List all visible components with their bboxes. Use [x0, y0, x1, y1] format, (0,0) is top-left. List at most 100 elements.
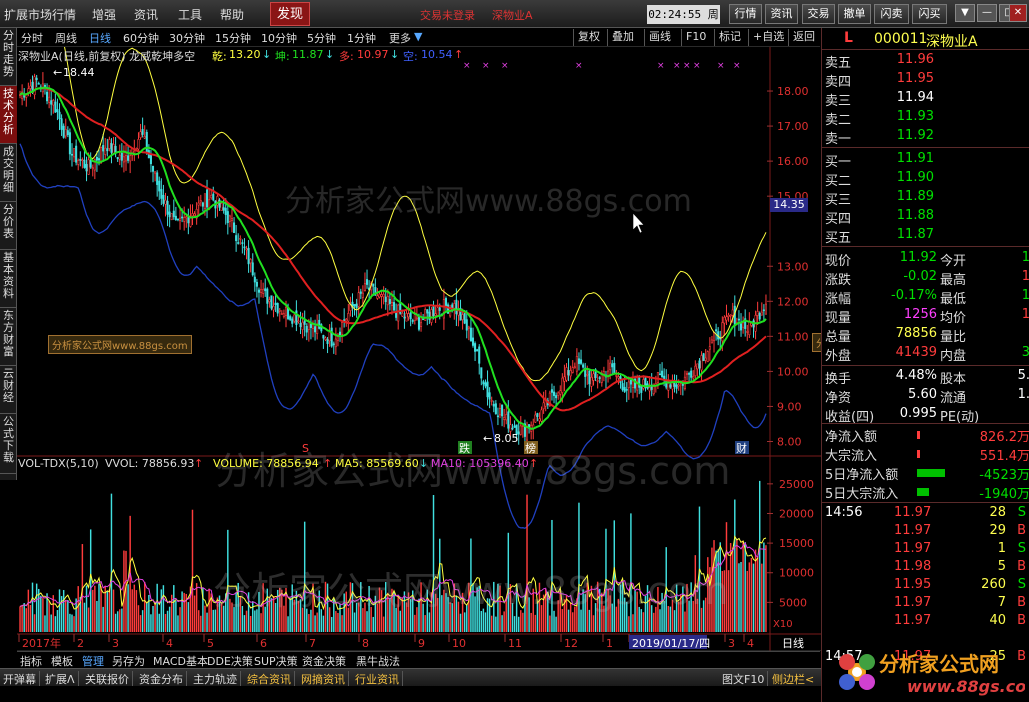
trade-button[interactable]: 交易	[802, 4, 835, 24]
menu-enhance[interactable]: 增强	[92, 6, 116, 23]
flash-buy-button[interactable]: 闪买	[912, 4, 947, 24]
period-10min[interactable]: 10分钟	[261, 30, 297, 46]
order-book-row[interactable]: 卖四 11.95	[822, 71, 1029, 90]
menu-news[interactable]: 资讯	[134, 6, 158, 23]
menu-tools[interactable]: 工具	[178, 6, 202, 23]
status-sidebar[interactable]: 侧边栏<	[772, 671, 817, 687]
order-book-row[interactable]: 卖二 11.93	[822, 109, 1029, 128]
period-60min[interactable]: 60分钟	[123, 30, 159, 46]
discover-button[interactable]: 发现	[270, 2, 310, 26]
adjust-button[interactable]: 复权	[573, 29, 600, 46]
candle-body	[561, 377, 564, 393]
candle-body	[338, 331, 342, 336]
back-button[interactable]: 返回	[788, 29, 815, 46]
period-30min[interactable]: 30分钟	[169, 30, 205, 46]
vol-indicator-name: VOL-TDX(5,10)	[18, 457, 99, 470]
volume-bar	[667, 605, 670, 632]
cancel-order-button[interactable]: 撤单	[838, 4, 871, 24]
mouse-cursor-icon	[632, 212, 645, 234]
tab-trade-details[interactable]: 成交明细	[0, 144, 17, 202]
order-book-row[interactable]: 买二 11.90	[822, 170, 1029, 189]
volume-bar	[191, 509, 194, 632]
dropdown-icon[interactable]: ▼	[955, 4, 975, 22]
period-15min[interactable]: 15分钟	[215, 30, 251, 46]
candle-body	[696, 363, 699, 370]
tab-time-sharing[interactable]: 分时走势	[0, 28, 17, 86]
candle-body	[268, 299, 271, 303]
tab-formula-download[interactable]: 公式下载	[0, 414, 17, 474]
volume-bar	[493, 581, 495, 632]
candle-body	[253, 276, 256, 283]
tab-sup-decision[interactable]: SUP决策	[254, 653, 298, 669]
tab-cloud-finance[interactable]: 云财经	[0, 366, 17, 414]
tick-row: 11.97 29 B	[822, 523, 1029, 541]
quote-button[interactable]: 行情	[729, 4, 762, 24]
volume-bar	[517, 616, 520, 632]
period-1min[interactable]: 1分钟	[347, 30, 376, 46]
order-book-row[interactable]: 买三 11.89	[822, 189, 1029, 208]
draw-button[interactable]: 画线	[644, 29, 671, 46]
volume-bar	[586, 582, 588, 632]
candle-body	[617, 376, 620, 379]
volume-bar	[721, 571, 724, 632]
order-book-row[interactable]: 买一 11.91	[822, 151, 1029, 170]
status-digest-news[interactable]: 网摘资讯	[301, 671, 349, 687]
tab-template[interactable]: 模板	[51, 653, 73, 669]
login-status[interactable]: 交易未登录	[420, 7, 475, 23]
tab-dde-decision[interactable]: DDE决策	[207, 653, 253, 669]
tab-technical-analysis[interactable]: 技术分析	[0, 86, 17, 144]
period-intraday[interactable]: 分时	[21, 30, 43, 46]
status-related-quote[interactable]: 关联报价	[85, 671, 133, 687]
tab-macd-basic[interactable]: MACD基本	[153, 653, 208, 669]
f10-button[interactable]: F10	[681, 29, 706, 46]
period-5min[interactable]: 5分钟	[307, 30, 336, 46]
tab-fundamentals[interactable]: 基本资料	[0, 250, 17, 308]
status-barrage[interactable]: 开弹幕	[3, 671, 40, 687]
period-daily[interactable]: 日线	[89, 30, 111, 46]
volume-bar	[98, 583, 100, 632]
volume-bar	[158, 613, 160, 632]
minimize-icon[interactable]: —	[977, 4, 997, 22]
candle-body	[571, 367, 574, 373]
candle-body	[299, 322, 302, 328]
mark-button[interactable]: 标记	[714, 29, 741, 46]
more-dropdown-icon[interactable]: ▼	[414, 30, 422, 43]
candle-body	[226, 211, 229, 223]
status-general-news[interactable]: 综合资讯	[247, 671, 295, 687]
order-book-row[interactable]: 买四 11.88	[822, 208, 1029, 227]
tab-save-as[interactable]: 另存为	[112, 653, 145, 669]
status-industry-news[interactable]: 行业资讯	[355, 671, 403, 687]
tab-fund-decision[interactable]: 资金决策	[302, 653, 346, 669]
close-icon[interactable]: ✕	[1009, 4, 1027, 22]
candle-body	[432, 305, 435, 317]
tab-eastmoney[interactable]: 东方财富	[0, 308, 17, 366]
volume-bar	[258, 591, 260, 632]
status-f10[interactable]: 图文F10	[722, 671, 769, 687]
tab-indicator[interactable]: 指标	[20, 653, 42, 669]
date-axis-label: 4	[747, 637, 754, 650]
status-fund-distribution[interactable]: 资金分布	[139, 671, 187, 687]
volume-bar	[761, 563, 763, 632]
tab-manage[interactable]: 管理	[82, 653, 104, 669]
order-book-row[interactable]: 卖三 11.94	[822, 90, 1029, 109]
add-watchlist-button[interactable]: +自选	[748, 29, 784, 46]
order-book-row[interactable]: 买五 11.87	[822, 227, 1029, 246]
overlay-button[interactable]: 叠加	[607, 29, 634, 46]
status-main-force-track[interactable]: 主力轨迹	[193, 671, 241, 687]
period-more[interactable]: 更多	[389, 30, 411, 46]
menu-extended-market[interactable]: 扩展市场行情	[4, 6, 76, 23]
tab-price-table[interactable]: 分价表	[0, 202, 17, 250]
candle-body	[471, 337, 475, 346]
order-book-row[interactable]: 卖五 11.96	[822, 52, 1029, 71]
order-book-row[interactable]: 卖一 11.92	[822, 128, 1029, 147]
info-button[interactable]: 资讯	[765, 4, 798, 24]
flash-sell-button[interactable]: 闪卖	[874, 4, 909, 24]
volume-bar	[445, 593, 447, 632]
status-extend[interactable]: 扩展Λ	[45, 671, 79, 687]
volume-axis-label: 25000	[779, 478, 814, 491]
menu-help[interactable]: 帮助	[220, 6, 244, 23]
site-logo: 分析家公式网 www.88gs.com	[839, 652, 1025, 696]
tab-black-bull[interactable]: 黑牛战法	[356, 653, 400, 669]
period-weekly[interactable]: 周线	[55, 30, 77, 46]
tick-price: 11.97	[894, 505, 932, 520]
